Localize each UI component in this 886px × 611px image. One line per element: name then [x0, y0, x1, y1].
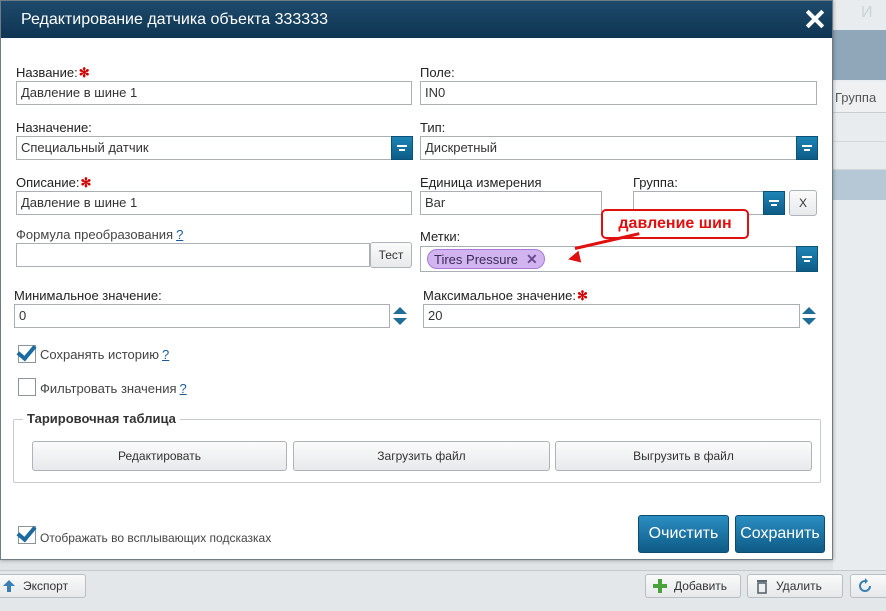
type-label: Тип: — [420, 120, 446, 135]
group-label: Группа: — [633, 175, 678, 190]
name-input[interactable]: Давление в шине 1 — [16, 81, 412, 105]
name-label: Название:✻ — [16, 65, 90, 80]
group-dropdown-button[interactable] — [763, 191, 785, 215]
trash-icon — [754, 578, 770, 594]
table-row[interactable] — [833, 141, 886, 170]
table-row[interactable] — [833, 113, 886, 142]
checkmark-icon — [16, 340, 37, 362]
max-spinner[interactable] — [799, 304, 819, 328]
spin-up-icon[interactable] — [393, 307, 407, 314]
bottom-toolbar: Экспорт Добавить Удалить — [0, 570, 886, 611]
table-row-selected[interactable] — [833, 170, 886, 200]
filter-icon — [397, 145, 407, 151]
checkmark-icon — [16, 521, 37, 543]
save-history-checkbox[interactable] — [16, 340, 37, 363]
add-button[interactable]: Добавить — [645, 574, 741, 598]
dialog-titlebar: Редактирование датчика объекта 333333 — [1, 1, 832, 38]
calibration-upload-button[interactable]: Загрузить файл — [293, 441, 550, 471]
description-input[interactable]: Давление в шине 1 — [16, 191, 412, 215]
group-clear-button[interactable]: X — [789, 190, 817, 216]
delete-button-label: Удалить — [776, 579, 822, 593]
purpose-label: Назначение: — [16, 120, 92, 135]
required-star-icon: ✻ — [78, 65, 90, 80]
max-label: Максимальное значение:✻ — [423, 288, 588, 303]
required-star-icon: ✻ — [576, 288, 588, 303]
show-tooltips-checkbox[interactable] — [16, 521, 37, 544]
filter-values-label: Фильтровать значения? — [40, 381, 187, 396]
purpose-select[interactable]: Специальный датчик — [16, 136, 392, 160]
upload-arrow-icon — [1, 578, 17, 594]
min-label: Минимальное значение: — [14, 288, 162, 303]
delete-button[interactable]: Удалить — [747, 574, 843, 598]
save-history-label: Сохранять историю? — [40, 347, 170, 362]
add-button-label: Добавить — [674, 579, 728, 593]
tag-chip-label: Tires Pressure — [434, 251, 519, 267]
column-header-label: Группа — [835, 90, 877, 105]
spin-down-icon[interactable] — [802, 318, 816, 325]
show-tooltips-label: Отображать во всплывающих подсказках — [40, 531, 272, 545]
formula-label: Формула преобразования? — [16, 227, 184, 242]
min-input[interactable]: 0 — [14, 304, 390, 328]
calibration-edit-button[interactable]: Редактировать — [32, 441, 287, 471]
filter-icon — [802, 145, 812, 151]
filter-icon — [802, 256, 812, 262]
calibration-legend: Тарировочная таблица — [23, 411, 180, 426]
filter-values-checkbox[interactable] — [18, 378, 36, 396]
tag-remove-icon[interactable]: ✕ — [526, 251, 538, 268]
edit-sensor-dialog: Редактирование датчика объекта 333333 На… — [0, 0, 833, 560]
field-label: Поле: — [420, 65, 455, 80]
refresh-icon — [857, 578, 873, 594]
dialog-title: Редактирование датчика объекта 333333 — [21, 11, 328, 28]
test-button[interactable]: Тест — [370, 242, 412, 268]
close-icon[interactable] — [803, 7, 827, 31]
min-spinner[interactable] — [390, 304, 410, 328]
purpose-dropdown-button[interactable] — [391, 136, 413, 160]
spin-down-icon[interactable] — [393, 318, 407, 325]
column-header-group[interactable]: Группа — [833, 82, 886, 113]
clear-button[interactable]: Очистить — [638, 515, 729, 553]
refresh-button[interactable] — [850, 574, 886, 598]
filter-values-help-link[interactable]: ? — [180, 381, 187, 396]
type-select[interactable]: Дискретный — [420, 136, 797, 160]
unit-input[interactable]: Bar — [420, 191, 602, 215]
tag-chip[interactable]: Tires Pressure ✕ — [427, 249, 545, 269]
save-button[interactable]: Сохранить — [735, 515, 825, 553]
background-partial-text: И — [861, 4, 873, 21]
unit-label: Единица измерения — [420, 175, 542, 190]
required-star-icon: ✻ — [80, 175, 92, 190]
tags-dropdown-button[interactable] — [796, 246, 818, 272]
export-button[interactable]: Экспорт — [0, 574, 86, 598]
export-button-label: Экспорт — [23, 579, 69, 593]
calibration-download-button[interactable]: Выгрузить в файл — [555, 441, 812, 471]
max-input[interactable]: 20 — [423, 304, 800, 328]
filter-icon — [769, 200, 779, 206]
field-input[interactable]: IN0 — [420, 81, 817, 105]
plus-icon — [652, 578, 668, 594]
background-panel: И Группа — [833, 0, 886, 570]
tags-label: Метки: — [420, 229, 461, 244]
background-header-band: И — [833, 4, 886, 80]
save-history-help-link[interactable]: ? — [162, 347, 169, 362]
description-label: Описание:✻ — [16, 175, 92, 190]
type-dropdown-button[interactable] — [796, 136, 818, 160]
formula-input[interactable] — [16, 243, 370, 267]
spin-up-icon[interactable] — [802, 307, 816, 314]
formula-help-link[interactable]: ? — [176, 227, 183, 242]
annotation-callout: давление шин — [601, 209, 749, 239]
